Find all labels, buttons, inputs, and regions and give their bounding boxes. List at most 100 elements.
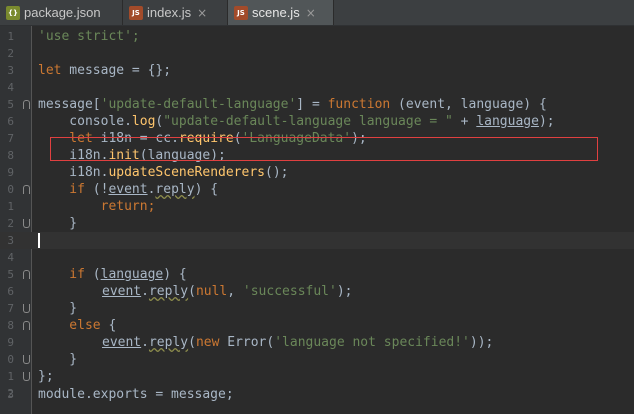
code-token: . [141,335,149,350]
code-line: 6 event.reply(null, 'successful'); [0,283,634,300]
line-number: 4 [7,81,14,94]
code-token: console. [38,114,132,129]
keyword: function [327,97,391,112]
tab-scene-js[interactable]: JS scene.js × [228,0,334,25]
line-number: 0 [7,353,14,366]
close-icon[interactable]: × [197,7,207,19]
tab-label: package.json [24,5,101,20]
parameter-reference: event [102,284,142,299]
tab-label: index.js [147,5,192,20]
parameter-reference: language [100,267,164,282]
code-text: else { [38,317,116,334]
code-token: message[ [38,97,101,112]
code-editor[interactable]: 1 'use strict'; 2 3 let message = {}; 4 … [0,26,634,414]
parameter-reference: event [108,182,148,197]
code-line: 3 let message = {}; [0,62,634,79]
fold-marker-icon[interactable] [23,219,30,228]
fold-marker-icon[interactable] [23,185,30,194]
keyword: new [195,335,220,350]
code-line: 1 }; [0,368,634,385]
unresolved-method: reply [148,335,189,350]
code-token: Error( [219,335,275,350]
line-number: 5 [7,98,14,111]
code-token: ( [188,335,196,350]
code-line: 5 message['update-default-language'] = f… [0,96,634,113]
highlight-annotation-box [50,137,598,161]
code-token: )); [469,335,494,350]
close-icon[interactable]: × [306,7,316,19]
code-line: 9 i18n.updateSceneRenderers(); [0,164,634,181]
line-number: 6 [7,285,14,298]
code-text: 'use strict'; [38,28,140,45]
line-number: 8 [7,319,14,332]
code-token: ); [538,114,555,129]
tab-index-js[interactable]: JS index.js × [123,0,228,25]
code-text: message['update-default-language'] = fun… [38,96,547,113]
js-file-icon: JS [234,5,248,20]
method-name: log [131,114,156,129]
code-text: } [38,300,77,317]
code-token: message = {}; [61,63,172,78]
code-line: 0 if (!event.reply) { [0,181,634,198]
fold-marker-icon[interactable] [23,355,30,364]
string-literal: 'language not specified!' [274,335,470,350]
code-line: 4 [0,79,634,96]
line-number: 9 [7,166,14,179]
code-line: 6 console.log("update-default-language l… [0,113,634,130]
tab-package-json[interactable]: {} package.json [0,0,123,25]
code-token: } [38,352,78,367]
code-line: 9 event.reply(new Error('language not sp… [0,334,634,351]
code-token: . [141,284,149,299]
code-token: } [38,216,78,231]
fold-marker-icon[interactable] [23,100,30,109]
keyword: if [38,267,85,282]
code-token: }; [38,369,54,384]
text-caret [38,233,40,248]
current-line: 3 [0,232,634,249]
keyword: null [195,284,228,299]
line-number: 2 [7,47,14,60]
keyword: if [38,182,85,197]
line-number: 7 [7,302,14,315]
fold-marker-icon[interactable] [23,372,30,381]
code-token: (event, language) { [390,97,547,112]
code-token: ( [188,284,196,299]
string-literal: 'use strict'; [38,29,140,44]
line-number: 9 [7,336,14,349]
code-text: event.reply(null, 'successful'); [102,283,352,300]
code-line: 1 return; [0,198,634,215]
parameter-reference: language [476,114,539,129]
code-token: ; [147,199,156,214]
line-number: 5 [7,268,14,281]
code-line: 5 if (language) { [0,266,634,283]
keyword: else [38,318,101,333]
code-token: + [452,114,477,129]
code-line: 3 module.exports = message; [0,386,634,403]
keyword: return [38,199,148,214]
editor-tab-bar: {} package.json JS index.js × JS scene.j… [0,0,634,26]
js-file-icon: JS [129,5,143,20]
fold-marker-icon[interactable] [23,304,30,313]
code-token: (); [265,165,289,180]
code-token: (! [84,182,109,197]
code-line: 4 [0,249,634,266]
code-text: module.exports = message; [38,386,234,403]
line-number: 3 [7,388,14,401]
string-literal: 'successful' [242,284,337,299]
line-number: 4 [7,251,14,264]
code-line: 8 else { [0,317,634,334]
code-text: if (language) { [38,266,187,283]
code-token: ( [84,267,101,282]
code-token: ) { [163,267,187,282]
fold-marker-icon[interactable] [23,321,30,330]
code-token: } [38,301,78,316]
unresolved-method: reply [148,284,189,299]
fold-marker-icon[interactable] [23,270,30,279]
string-literal: 'update-default-language' [100,97,297,112]
line-number: 6 [7,115,14,128]
line-number: 7 [7,132,14,145]
code-text: i18n.updateSceneRenderers(); [38,164,288,181]
keyword: let [38,63,62,78]
code-token: i18n. [38,165,109,180]
line-number: 1 [7,30,14,43]
